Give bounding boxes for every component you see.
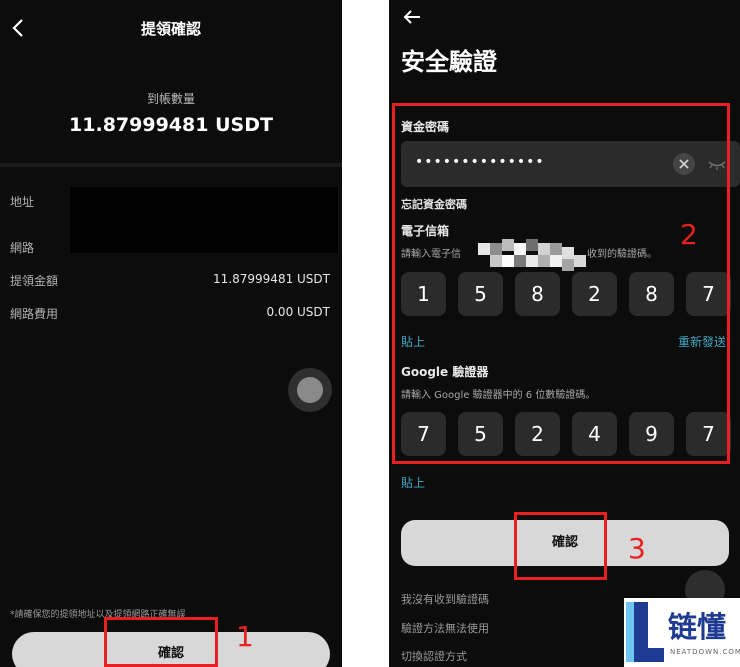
address-label: 地址 <box>10 195 35 209</box>
logo-l-icon <box>626 602 664 662</box>
watermark-logo: 链懂 NEATDOWN.COM <box>624 598 740 667</box>
back-arrow-icon[interactable] <box>402 8 422 26</box>
page-title: 安全驗證 <box>401 48 497 76</box>
annotation-number-1: 1 <box>236 620 254 653</box>
no-code-received-link[interactable]: 我沒有收到驗證碼 <box>401 591 489 607</box>
floating-assistive-button[interactable] <box>288 368 332 412</box>
network-fee-value: 0.00 USDT <box>266 305 330 319</box>
network-label: 網路 <box>10 241 35 255</box>
annotation-box-3 <box>514 512 607 580</box>
page-title: 提領確認 <box>140 20 201 38</box>
annotation-box-2 <box>392 103 730 464</box>
withdraw-amount-label: 提領金額 <box>10 274 59 288</box>
annotation-number-2: 2 <box>680 218 698 251</box>
watermark-subtext: NEATDOWN.COM <box>670 648 740 656</box>
watermark-text: 链懂 <box>668 610 727 644</box>
annotation-number-3: 3 <box>628 532 646 565</box>
network-fee-label: 網路費用 <box>10 307 59 321</box>
switch-auth-method-link[interactable]: 切換認證方式 <box>401 648 467 664</box>
address-redacted <box>70 187 338 253</box>
annotation-box-1 <box>104 617 218 667</box>
received-amount-label: 到帳數量 <box>146 92 195 106</box>
withdraw-confirm-screen: 提領確認 到帳數量 11.87999481 USDT 地址 網路 提領金額 11… <box>0 0 342 667</box>
section-divider <box>0 163 342 167</box>
paste-google-code-link[interactable]: 貼上 <box>401 474 425 491</box>
received-amount-value: 11.87999481 USDT <box>69 114 273 136</box>
withdraw-amount-value: 11.87999481 USDT <box>213 272 330 286</box>
method-unavailable-link[interactable]: 驗證方法無法使用 <box>401 620 489 636</box>
